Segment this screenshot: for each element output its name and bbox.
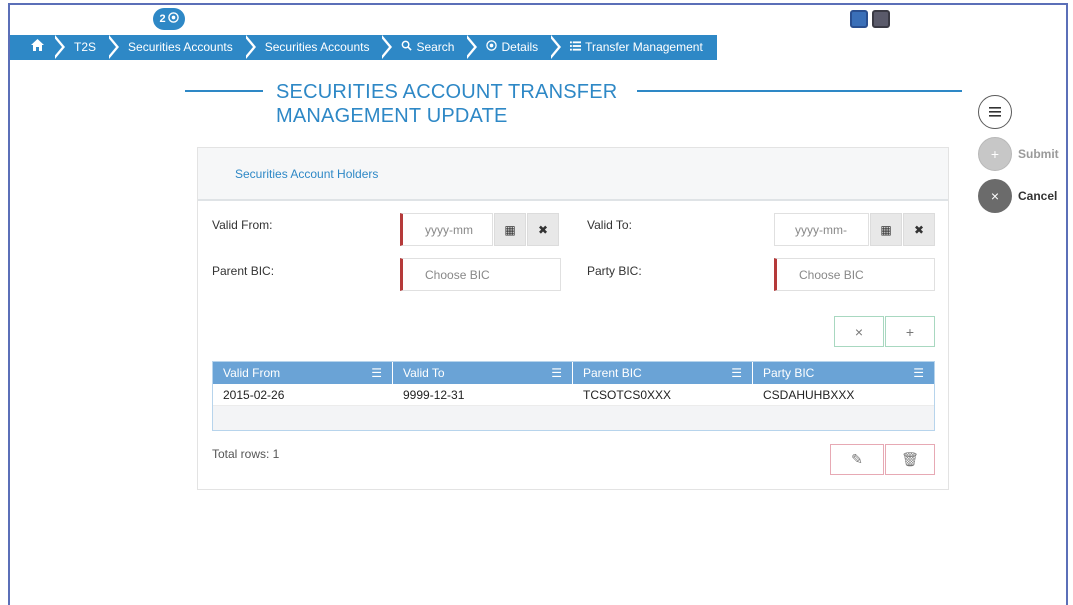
page-title-line2: MANAGEMENT UPDATE xyxy=(276,105,508,127)
menu-button[interactable] xyxy=(978,95,1012,129)
breadcrumb-securities-accounts-1[interactable]: Securities Accounts xyxy=(106,35,256,60)
column-header-party-bic[interactable]: Party BIC ☰ xyxy=(753,362,934,384)
save-icon[interactable] xyxy=(850,10,868,28)
breadcrumb-label: Details xyxy=(501,40,539,54)
eye-icon xyxy=(167,12,179,26)
table-empty-area xyxy=(213,406,934,430)
clear-row-button[interactable]: × xyxy=(834,316,884,347)
list-icon xyxy=(978,95,1012,129)
party-bic-label: Party BIC: xyxy=(587,264,642,278)
valid-to-calendar-button[interactable]: ▦ xyxy=(870,213,902,246)
breadcrumb-transfer-management[interactable]: Transfer Management xyxy=(548,35,717,60)
title-rule-left xyxy=(185,90,263,92)
page-title-line1: SECURITIES ACCOUNT TRANSFER xyxy=(276,81,618,103)
breadcrumb-label: Securities Accounts xyxy=(264,40,370,54)
parent-bic-label: Parent BIC: xyxy=(212,264,275,278)
table-cell: 2015-02-26 xyxy=(223,387,285,402)
title-rule-right xyxy=(637,90,962,92)
breadcrumb-home[interactable] xyxy=(10,35,65,60)
breadcrumb-label: Securities Accounts xyxy=(128,40,233,54)
column-header-label: Valid To xyxy=(403,366,445,380)
column-header-valid-to[interactable]: Valid To ☰ xyxy=(393,362,573,384)
table-cell: 9999-12-31 xyxy=(403,387,465,402)
pencil-icon: ✎ xyxy=(851,451,863,467)
cancel-button[interactable]: × Cancel xyxy=(978,179,1057,213)
list-icon xyxy=(570,35,582,60)
table-cell: CSDAHUHBXXX xyxy=(763,387,855,402)
valid-from-input[interactable]: yyyy-mm xyxy=(400,213,493,246)
valid-from-label: Valid From: xyxy=(212,218,273,232)
table-cell: TCSOTCS0XXX xyxy=(583,387,672,402)
valid-to-input[interactable]: yyyy-mm- xyxy=(774,213,869,246)
page-title: SECURITIES ACCOUNT TRANSFER MANAGEMENT U… xyxy=(276,80,617,128)
notification-badge[interactable]: 2 xyxy=(153,8,185,30)
home-icon xyxy=(30,35,44,60)
toolbar-icons xyxy=(850,10,890,28)
column-header-parent-bic[interactable]: Parent BIC ☰ xyxy=(573,362,753,384)
valid-to-clear-button[interactable]: ✖ xyxy=(903,213,935,246)
add-row-button[interactable]: + xyxy=(885,316,935,347)
submit-label: Submit xyxy=(1018,147,1059,161)
valid-to-label: Valid To: xyxy=(587,218,632,232)
submit-button[interactable]: + Submit xyxy=(978,137,1059,171)
plus-icon: + xyxy=(905,323,915,340)
column-header-label: Parent BIC xyxy=(583,366,642,380)
close-icon: × xyxy=(854,323,864,340)
column-header-label: Valid From xyxy=(223,366,281,380)
search-icon xyxy=(401,35,413,60)
calendar-icon: ▦ xyxy=(880,222,892,237)
calendar-icon: ▦ xyxy=(504,222,516,237)
column-header-valid-from[interactable]: Valid From ☰ xyxy=(213,362,393,384)
cancel-label: Cancel xyxy=(1018,189,1058,203)
delete-row-button[interactable]: 🗑 xyxy=(885,444,935,475)
breadcrumb: T2S Securities Accounts Securities Accou… xyxy=(10,35,717,60)
close-icon: ✖ xyxy=(537,222,549,237)
table-row[interactable]: 2015-02-26 9999-12-31 TCSOTCS0XXX CSDAHU… xyxy=(213,384,934,406)
menu-icon[interactable]: ☰ xyxy=(371,366,382,380)
breadcrumb-label: Search xyxy=(416,40,455,54)
breadcrumb-label: Transfer Management xyxy=(585,40,703,54)
panel-heading-label: Securities Account Holders xyxy=(235,167,379,181)
total-rows: Total rows: 1 xyxy=(212,447,280,461)
badge-count: 2 xyxy=(159,13,166,25)
close-icon: ✖ xyxy=(913,222,925,237)
parent-bic-input[interactable]: Choose BIC xyxy=(400,258,561,291)
table-header: Valid From ☰ Valid To ☰ Parent BIC ☰ Party … xyxy=(213,362,934,384)
valid-from-clear-button[interactable]: ✖ xyxy=(527,213,559,246)
print-icon[interactable] xyxy=(872,10,890,28)
edit-row-button[interactable]: ✎ xyxy=(830,444,884,475)
plus-icon: + xyxy=(978,137,1012,171)
menu-icon[interactable]: ☰ xyxy=(731,366,742,380)
eye-icon xyxy=(486,35,498,60)
panel-heading[interactable]: Securities Account Holders xyxy=(198,148,948,201)
trash-icon: 🗑 xyxy=(901,451,919,467)
menu-icon[interactable]: ☰ xyxy=(913,366,924,380)
column-header-label: Party BIC xyxy=(763,366,815,380)
account-holders-panel: Securities Account Holders Valid From: y… xyxy=(197,147,949,490)
breadcrumb-securities-accounts-2[interactable]: Securities Accounts xyxy=(242,35,393,60)
holders-table: Valid From ☰ Valid To ☰ Parent BIC ☰ Party … xyxy=(212,361,935,431)
breadcrumb-label: T2S xyxy=(74,40,97,54)
menu-icon[interactable]: ☰ xyxy=(551,366,562,380)
close-icon: × xyxy=(978,179,1012,213)
valid-from-calendar-button[interactable]: ▦ xyxy=(494,213,526,246)
party-bic-input[interactable]: Choose BIC xyxy=(774,258,935,291)
